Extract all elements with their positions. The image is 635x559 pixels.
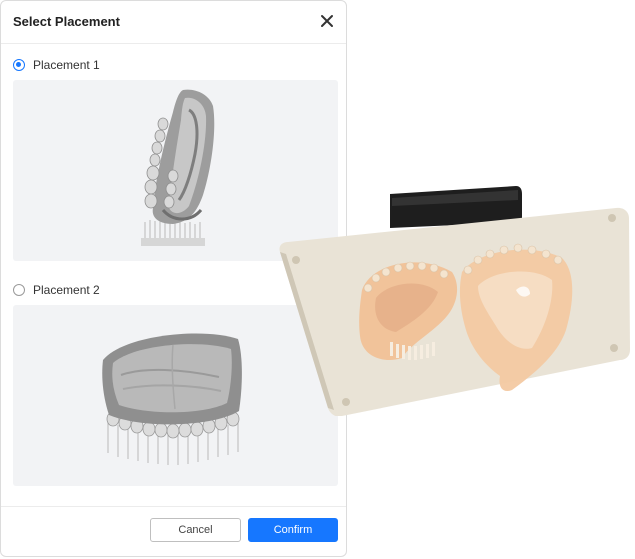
printed-denture-photo — [272, 180, 634, 417]
cancel-button[interactable]: Cancel — [150, 518, 241, 542]
dialog-header: Select Placement — [1, 1, 346, 44]
placement-1-label: Placement 1 — [33, 58, 100, 72]
dialog-footer: Cancel Confirm — [1, 506, 346, 556]
placement-1-radio[interactable] — [13, 59, 25, 71]
placement-2-label: Placement 2 — [33, 283, 100, 297]
close-icon — [321, 15, 333, 27]
placement-2-option[interactable]: Placement 2 — [13, 281, 100, 299]
placement-2-radio[interactable] — [13, 284, 25, 296]
placement-1-option[interactable]: Placement 1 — [13, 56, 100, 74]
dialog-title: Select Placement — [13, 14, 120, 29]
confirm-button[interactable]: Confirm — [248, 518, 338, 542]
close-button[interactable] — [318, 12, 336, 30]
